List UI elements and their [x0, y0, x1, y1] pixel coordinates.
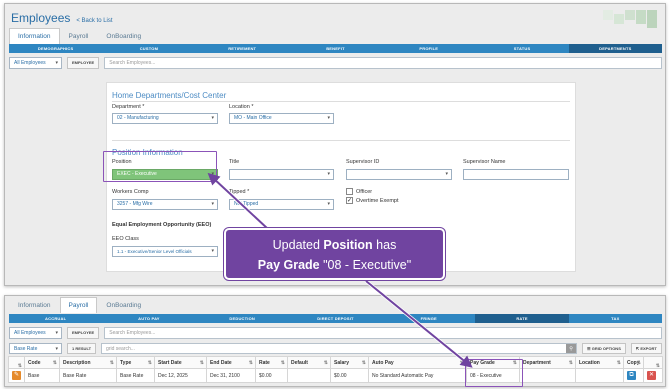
callout-line-1: Updated Position has	[226, 235, 443, 255]
callout-text: Updated	[272, 238, 324, 252]
arrow-to-position	[207, 172, 269, 230]
annotation-callout: Updated Position has Pay Grade "08 - Exe…	[224, 228, 445, 280]
callout-arrows	[207, 172, 473, 368]
arrow-to-pay-grade	[365, 280, 473, 368]
callout-text: "08 - Executive"	[319, 258, 412, 272]
callout-bold-text: Pay Grade	[257, 258, 320, 272]
callout-bold-text: Position	[323, 238, 373, 252]
callout-text: has	[372, 238, 397, 252]
callout-line-2: Pay Grade "08 - Executive"	[226, 255, 443, 275]
